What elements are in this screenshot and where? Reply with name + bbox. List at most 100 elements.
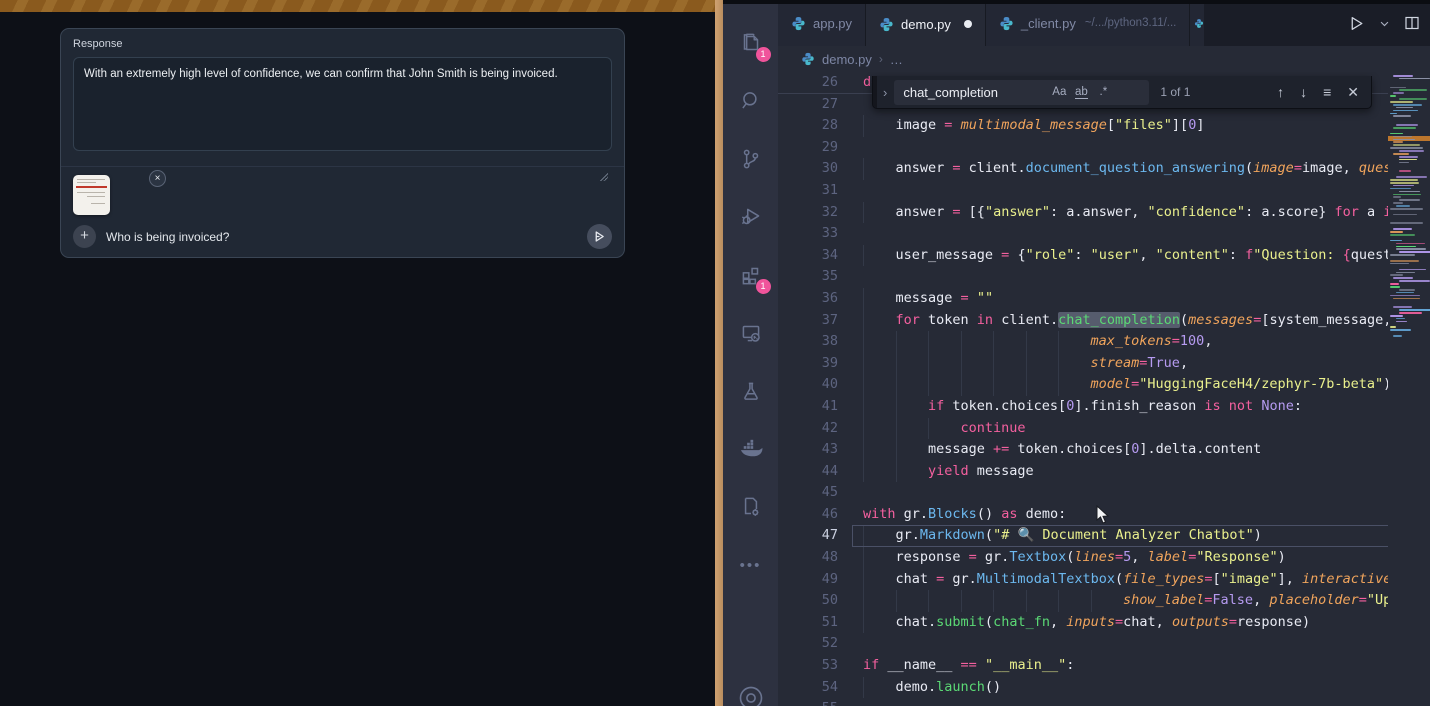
- code-line[interactable]: 51 chat.submit(chat_fn, inputs=chat, out…: [778, 612, 1388, 634]
- account-button[interactable]: [730, 672, 772, 706]
- code-line[interactable]: 47 gr.Markdown("# 🔍 Document Analyzer Ch…: [778, 525, 1388, 547]
- line-number[interactable]: 35: [778, 266, 838, 288]
- code-line[interactable]: 43 message += token.choices[0].delta.con…: [778, 439, 1388, 461]
- add-file-button[interactable]: +: [73, 225, 96, 248]
- tab-client-py[interactable]: _client.py ~/.../python3.11/...: [986, 0, 1190, 46]
- minimap-line: [1390, 315, 1403, 317]
- match-case-toggle[interactable]: Aa: [1048, 86, 1070, 98]
- tab-overflow-sliver[interactable]: [1190, 0, 1204, 46]
- chat-text-input[interactable]: [106, 230, 587, 244]
- code-line[interactable]: 35: [778, 266, 1388, 288]
- breadcrumb[interactable]: demo.py › …: [778, 46, 1430, 72]
- code-line[interactable]: 53if __name__ == "__main__":: [778, 655, 1388, 677]
- sidebar-item-more[interactable]: •••: [730, 536, 772, 594]
- line-number[interactable]: 28: [778, 115, 838, 137]
- line-number[interactable]: 37: [778, 310, 838, 332]
- code-line[interactable]: 34 user_message = {"role": "user", "cont…: [778, 245, 1388, 267]
- code-line[interactable]: 32 answer = [{"answer": a.answer, "confi…: [778, 202, 1388, 224]
- line-number[interactable]: 48: [778, 547, 838, 569]
- line-number[interactable]: 39: [778, 353, 838, 375]
- code-line[interactable]: 39 stream=True,: [778, 353, 1388, 375]
- code-line[interactable]: 36 message = "": [778, 288, 1388, 310]
- breadcrumb-file[interactable]: demo.py: [822, 52, 872, 67]
- tab-demo-py[interactable]: demo.py: [866, 0, 986, 46]
- code-line[interactable]: 54 demo.launch(): [778, 677, 1388, 699]
- line-number[interactable]: 31: [778, 180, 838, 202]
- sidebar-item-docker[interactable]: [730, 420, 772, 478]
- modified-dot-icon[interactable]: [964, 20, 972, 28]
- remove-attachment-button[interactable]: ×: [149, 170, 166, 187]
- line-number[interactable]: 33: [778, 223, 838, 245]
- split-editor-button[interactable]: [1404, 15, 1420, 31]
- code-line[interactable]: 38 max_tokens=100,: [778, 331, 1388, 353]
- whole-word-toggle[interactable]: ab: [1070, 86, 1092, 98]
- sidebar-item-testing[interactable]: [730, 362, 772, 420]
- sidebar-item-explorer[interactable]: 1: [730, 14, 772, 72]
- tab-app-py[interactable]: app.py: [778, 0, 866, 46]
- attachment-thumbnail[interactable]: [73, 175, 110, 215]
- line-number[interactable]: 27: [778, 94, 838, 116]
- code-line[interactable]: 42 continue: [778, 418, 1388, 440]
- line-number[interactable]: 38: [778, 331, 838, 353]
- line-number[interactable]: 36: [778, 288, 838, 310]
- sidebar-item-search[interactable]: [730, 72, 772, 130]
- line-number[interactable]: 30: [778, 158, 838, 180]
- line-number[interactable]: 47: [778, 525, 838, 547]
- minimap[interactable]: [1388, 75, 1430, 353]
- line-number[interactable]: 52: [778, 633, 838, 655]
- line-number[interactable]: 54: [778, 677, 838, 699]
- code-line[interactable]: 29: [778, 137, 1388, 159]
- find-widget-sash[interactable]: [873, 76, 877, 108]
- line-number[interactable]: 49: [778, 569, 838, 591]
- sidebar-item-task-runner[interactable]: [730, 478, 772, 536]
- breadcrumb-symbol[interactable]: …: [890, 52, 903, 67]
- line-number[interactable]: 44: [778, 461, 838, 483]
- sidebar-item-source-control[interactable]: [730, 130, 772, 188]
- code-line[interactable]: 46with gr.Blocks() as demo:: [778, 504, 1388, 526]
- code-editor[interactable]: 2728 image = multimodal_message["files"]…: [778, 72, 1430, 706]
- code-line[interactable]: 45: [778, 482, 1388, 504]
- line-number[interactable]: 46: [778, 504, 838, 526]
- line-number[interactable]: 40: [778, 374, 838, 396]
- close-find-button[interactable]: ✕: [1347, 84, 1359, 101]
- code-line[interactable]: 44 yield message: [778, 461, 1388, 483]
- line-number[interactable]: 29: [778, 137, 838, 159]
- code-line[interactable]: 52: [778, 633, 1388, 655]
- sidebar-item-extensions[interactable]: 1: [730, 246, 772, 304]
- line-number[interactable]: 32: [778, 202, 838, 224]
- line-number[interactable]: 45: [778, 482, 838, 504]
- code-line[interactable]: 31: [778, 180, 1388, 202]
- find-query-input[interactable]: [903, 85, 1048, 100]
- line-number[interactable]: 55: [778, 698, 838, 706]
- thumb-text-line: [87, 196, 105, 197]
- line-number[interactable]: 43: [778, 439, 838, 461]
- code-line[interactable]: 33: [778, 223, 1388, 245]
- line-number[interactable]: 51: [778, 612, 838, 634]
- line-number[interactable]: 34: [778, 245, 838, 267]
- code-line[interactable]: 37 for token in client.chat_completion(m…: [778, 310, 1388, 332]
- line-number[interactable]: 50: [778, 590, 838, 612]
- next-match-button[interactable]: ↓: [1300, 84, 1307, 100]
- response-textarea[interactable]: With an extremely high level of confiden…: [73, 57, 612, 151]
- find-in-selection-button[interactable]: ≡: [1323, 84, 1331, 100]
- send-button[interactable]: [587, 224, 612, 249]
- code-line[interactable]: 30 answer = client.document_question_ans…: [778, 158, 1388, 180]
- code-line[interactable]: 41 if token.choices[0].finish_reason is …: [778, 396, 1388, 418]
- line-number[interactable]: 42: [778, 418, 838, 440]
- code-line[interactable]: 40 model="HuggingFaceH4/zephyr-7b-beta")…: [778, 374, 1388, 396]
- code-line[interactable]: 48 response = gr.Textbox(lines=5, label=…: [778, 547, 1388, 569]
- line-number[interactable]: 26: [778, 72, 838, 94]
- toggle-replace-chevron-icon[interactable]: ›: [883, 85, 887, 100]
- line-number[interactable]: 41: [778, 396, 838, 418]
- sidebar-item-run-debug[interactable]: [730, 188, 772, 246]
- code-line[interactable]: 28 image = multimodal_message["files"][0…: [778, 115, 1388, 137]
- previous-match-button[interactable]: ↑: [1277, 84, 1284, 100]
- code-line[interactable]: 55: [778, 698, 1388, 706]
- sidebar-item-remote-explorer[interactable]: [730, 304, 772, 362]
- run-dropdown-chevron[interactable]: [1379, 18, 1390, 29]
- regex-toggle[interactable]: .*: [1092, 86, 1114, 98]
- code-line[interactable]: 50 show_label=False, placeholder="Upload…: [778, 590, 1388, 612]
- run-python-file-button[interactable]: [1348, 15, 1365, 32]
- line-number[interactable]: 53: [778, 655, 838, 677]
- code-line[interactable]: 49 chat = gr.MultimodalTextbox(file_type…: [778, 569, 1388, 591]
